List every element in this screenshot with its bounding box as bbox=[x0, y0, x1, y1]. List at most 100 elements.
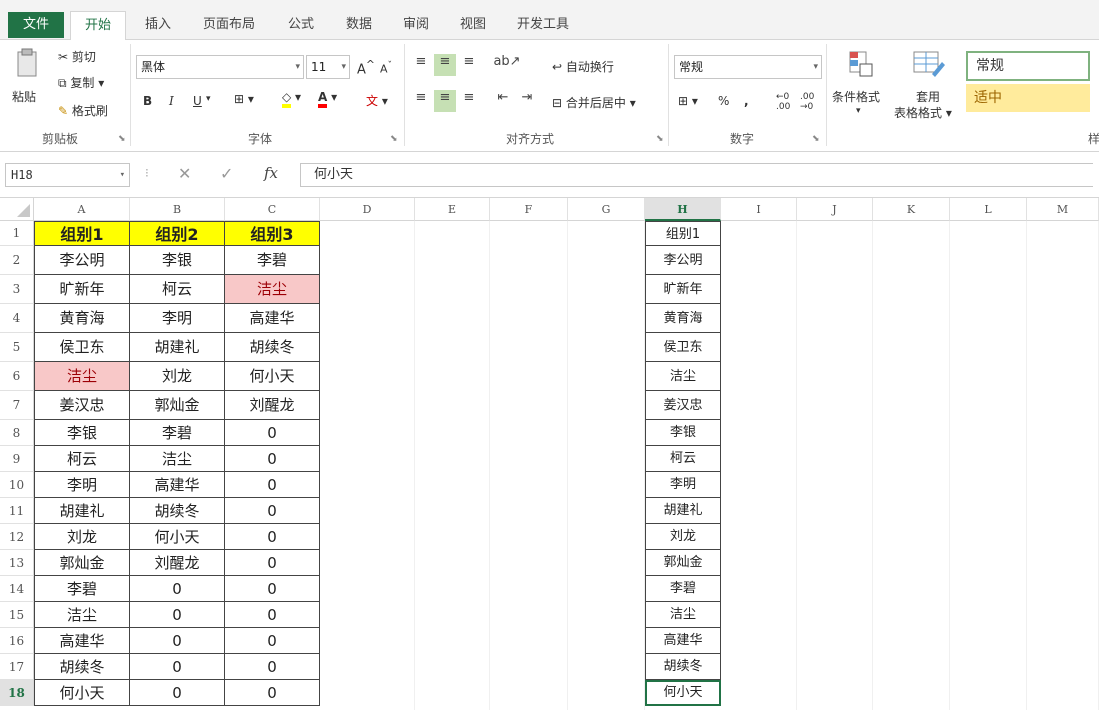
cell-b15[interactable]: 0 bbox=[130, 602, 225, 628]
row-header-16[interactable]: 16 bbox=[0, 628, 34, 654]
row-header-4[interactable]: 4 bbox=[0, 304, 34, 333]
cell-h1[interactable]: 组别1 bbox=[645, 221, 721, 246]
column-header-h[interactable]: H bbox=[645, 198, 721, 221]
row-header-6[interactable]: 6 bbox=[0, 362, 34, 391]
drag-handle-icon[interactable]: ⁝ bbox=[145, 166, 149, 180]
table-format-button[interactable]: 表格格式 ▾ bbox=[894, 104, 952, 121]
increase-decimal-icon[interactable]: ←0.00 bbox=[776, 92, 790, 112]
enter-icon[interactable]: ✓ bbox=[220, 164, 233, 183]
font-launcher-icon[interactable]: ⬊ bbox=[390, 134, 398, 144]
decrease-indent-icon[interactable]: ⇤ bbox=[492, 90, 514, 112]
cell-c13[interactable]: 0 bbox=[225, 550, 320, 576]
row-header-18[interactable]: 18 bbox=[0, 680, 34, 706]
row-header-10[interactable]: 10 bbox=[0, 472, 34, 498]
tab-insert[interactable]: 插入 bbox=[132, 11, 184, 40]
row-header-8[interactable]: 8 bbox=[0, 420, 34, 446]
cell-a12[interactable]: 刘龙 bbox=[34, 524, 130, 550]
grow-font-button[interactable]: A^ bbox=[357, 58, 375, 77]
tab-review[interactable]: 审阅 bbox=[390, 11, 442, 40]
cell-c14[interactable]: 0 bbox=[225, 576, 320, 602]
cell-b12[interactable]: 何小天 bbox=[130, 524, 225, 550]
row-header-17[interactable]: 17 bbox=[0, 654, 34, 680]
cell-c7[interactable]: 刘醒龙 bbox=[225, 391, 320, 420]
insert-function-button[interactable]: fx bbox=[264, 164, 278, 182]
chevron-down-icon[interactable]: ▾ bbox=[856, 106, 861, 116]
cell-b17[interactable]: 0 bbox=[130, 654, 225, 680]
cell-a15[interactable]: 洁尘 bbox=[34, 602, 130, 628]
cell-c2[interactable]: 李碧 bbox=[225, 246, 320, 275]
cell-a3[interactable]: 旷新年 bbox=[34, 275, 130, 304]
cell-c18[interactable]: 0 bbox=[225, 680, 320, 706]
column-header-e[interactable]: E bbox=[415, 198, 490, 221]
orientation-icon[interactable]: ab↗ bbox=[492, 54, 522, 76]
select-all-corner[interactable] bbox=[0, 198, 34, 221]
cell-a2[interactable]: 李公明 bbox=[34, 246, 130, 275]
cell-c4[interactable]: 高建华 bbox=[225, 304, 320, 333]
cell-b5[interactable]: 胡建礼 bbox=[130, 333, 225, 362]
cell-h12[interactable]: 刘龙 bbox=[645, 524, 721, 550]
cell-h3[interactable]: 旷新年 bbox=[645, 275, 721, 304]
chevron-down-icon[interactable]: ▾ bbox=[206, 94, 211, 104]
column-header-d[interactable]: D bbox=[320, 198, 415, 221]
paste-button[interactable]: 粘贴 bbox=[12, 88, 36, 105]
cell-a4[interactable]: 黄育海 bbox=[34, 304, 130, 333]
cell-h6[interactable]: 洁尘 bbox=[645, 362, 721, 391]
border-icon[interactable]: ⊞ ▾ bbox=[234, 92, 254, 106]
number-format-combo[interactable]: 常规 ▾ bbox=[674, 55, 822, 79]
cell-c11[interactable]: 0 bbox=[225, 498, 320, 524]
italic-button[interactable]: I bbox=[169, 94, 174, 108]
cell-h4[interactable]: 黄育海 bbox=[645, 304, 721, 333]
cell-a9[interactable]: 柯云 bbox=[34, 446, 130, 472]
cell-h15[interactable]: 洁尘 bbox=[645, 602, 721, 628]
tab-view[interactable]: 视图 bbox=[447, 11, 499, 40]
cell-a16[interactable]: 高建华 bbox=[34, 628, 130, 654]
cell-c15[interactable]: 0 bbox=[225, 602, 320, 628]
column-header-i[interactable]: I bbox=[721, 198, 797, 221]
row-header-3[interactable]: 3 bbox=[0, 275, 34, 304]
font-name-combo[interactable]: 黑体 ▾ bbox=[136, 55, 304, 79]
align-bottom-icon[interactable]: ≡ bbox=[458, 54, 480, 76]
column-header-k[interactable]: K bbox=[873, 198, 950, 221]
cell-a17[interactable]: 胡续冬 bbox=[34, 654, 130, 680]
tab-file[interactable]: 文件 bbox=[8, 12, 64, 38]
cell-b16[interactable]: 0 bbox=[130, 628, 225, 654]
row-header-9[interactable]: 9 bbox=[0, 446, 34, 472]
column-header-c[interactable]: C bbox=[225, 198, 320, 221]
cell-b11[interactable]: 胡续冬 bbox=[130, 498, 225, 524]
cell-c6[interactable]: 何小天 bbox=[225, 362, 320, 391]
column-header-g[interactable]: G bbox=[568, 198, 645, 221]
align-middle-icon[interactable]: ≡ bbox=[434, 54, 456, 76]
cell-c17[interactable]: 0 bbox=[225, 654, 320, 680]
row-header-13[interactable]: 13 bbox=[0, 550, 34, 576]
cell-c12[interactable]: 0 bbox=[225, 524, 320, 550]
align-top-icon[interactable]: ≡ bbox=[410, 54, 432, 76]
clipboard-launcher-icon[interactable]: ⬊ bbox=[118, 134, 126, 144]
tab-page-layout[interactable]: 页面布局 bbox=[190, 11, 268, 40]
row-header-12[interactable]: 12 bbox=[0, 524, 34, 550]
cell-c9[interactable]: 0 bbox=[225, 446, 320, 472]
cell-b7[interactable]: 郭灿金 bbox=[130, 391, 225, 420]
shrink-font-button[interactable]: Aˇ bbox=[380, 60, 392, 76]
table-format-icon[interactable] bbox=[912, 48, 946, 80]
tab-developer[interactable]: 开发工具 bbox=[505, 11, 581, 40]
cell-a7[interactable]: 姜汉忠 bbox=[34, 391, 130, 420]
row-header-2[interactable]: 2 bbox=[0, 246, 34, 275]
cell-c16[interactable]: 0 bbox=[225, 628, 320, 654]
cell-h18[interactable]: 何小天 bbox=[645, 680, 721, 706]
align-center-icon[interactable]: ≡ bbox=[434, 90, 456, 112]
tab-formulas[interactable]: 公式 bbox=[275, 11, 327, 40]
cell-c10[interactable]: 0 bbox=[225, 472, 320, 498]
alignment-launcher-icon[interactable]: ⬊ bbox=[656, 134, 664, 144]
cell-c3[interactable]: 洁尘 bbox=[225, 275, 320, 304]
cell-a18[interactable]: 何小天 bbox=[34, 680, 130, 706]
row-header-14[interactable]: 14 bbox=[0, 576, 34, 602]
cell-b8[interactable]: 李碧 bbox=[130, 420, 225, 446]
cell-a10[interactable]: 李明 bbox=[34, 472, 130, 498]
increase-indent-icon[interactable]: ⇥ bbox=[516, 90, 538, 112]
currency-icon[interactable]: ⊞ ▾ bbox=[678, 94, 698, 108]
cell-b6[interactable]: 刘龙 bbox=[130, 362, 225, 391]
cancel-icon[interactable]: ✕ bbox=[178, 164, 191, 183]
cell-c5[interactable]: 胡续冬 bbox=[225, 333, 320, 362]
cell-h11[interactable]: 胡建礼 bbox=[645, 498, 721, 524]
cell-h16[interactable]: 高建华 bbox=[645, 628, 721, 654]
